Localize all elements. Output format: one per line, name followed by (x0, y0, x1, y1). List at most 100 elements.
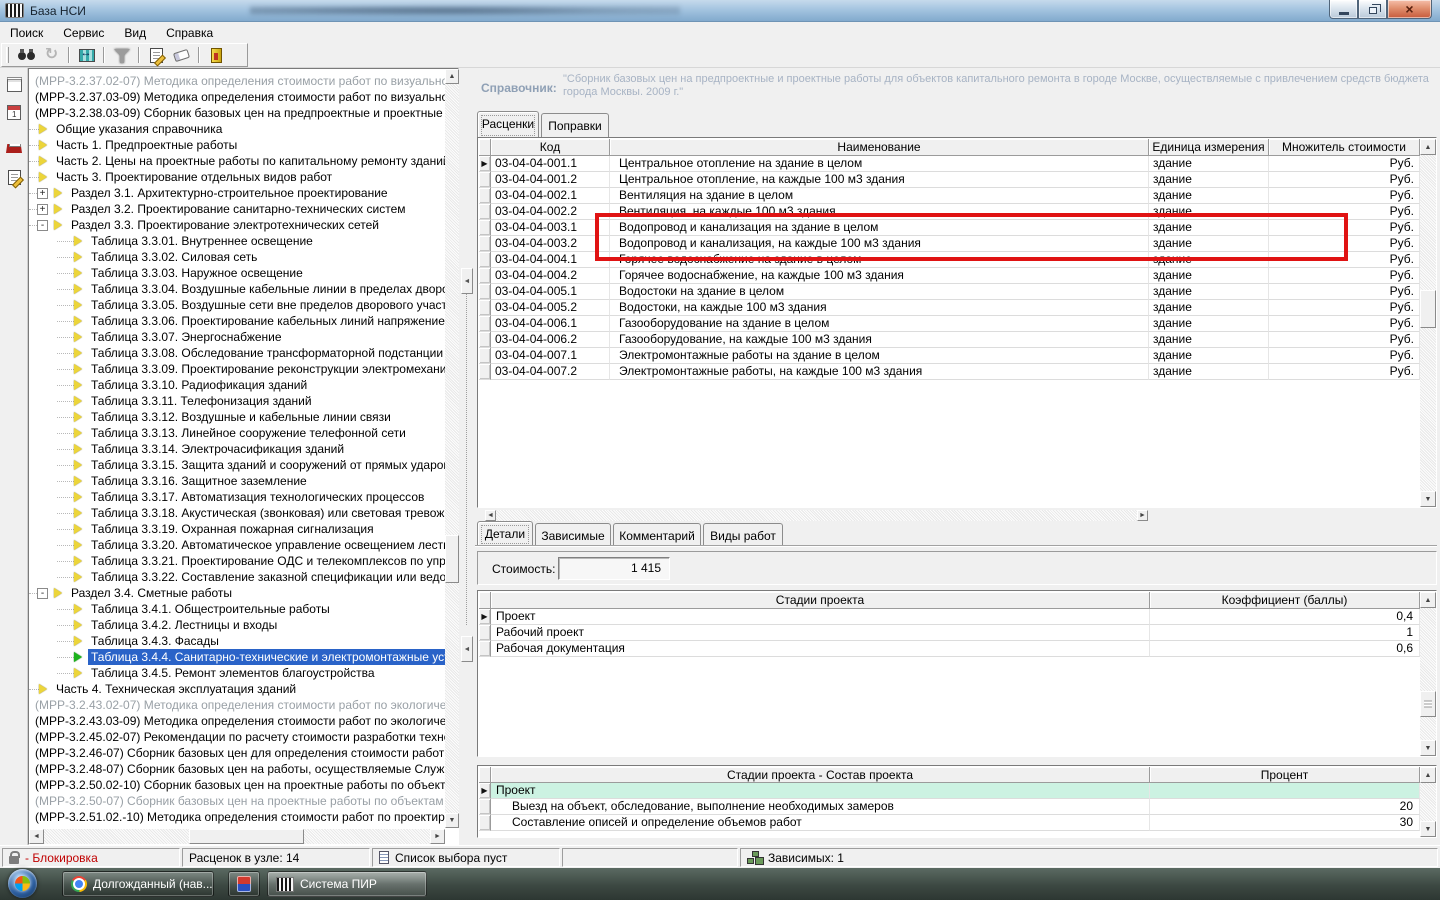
tree-item[interactable]: - Раздел 3.3. Проектирование электротехни… (29, 217, 445, 233)
cell-multiplier[interactable]: Руб. (1269, 364, 1420, 380)
tree-item[interactable]: Таблица 3.3.14. Электрочасификация здани… (29, 441, 445, 457)
cell-composition-name[interactable]: Выезд на объект, обследование, выполнени… (491, 799, 1150, 815)
tree-item[interactable]: Таблица 3.3.01. Внутреннее освещение (29, 233, 445, 249)
tree-item[interactable]: Часть 4. Техническая эксплуатация зданий (29, 681, 445, 697)
composition-scroll-up[interactable]: ▲ (1420, 767, 1436, 783)
tree-hscroll-thumb[interactable] (189, 829, 304, 844)
edit-note-button[interactable] (144, 44, 169, 66)
splitter-collapse-top-button[interactable]: ◄ (461, 268, 473, 294)
tree-item[interactable]: Таблица 3.3.15. Защита зданий и сооружен… (29, 457, 445, 473)
cell-code[interactable]: 03-04-04-001.2 (491, 172, 610, 188)
cell-name[interactable]: Вентиляция на здание в целом (610, 188, 1149, 204)
tree-item[interactable]: Таблица 3.3.04. Воздушные кабельные лини… (29, 281, 445, 297)
find-button[interactable] (14, 44, 39, 66)
cell-coefficient[interactable]: 1 (1150, 625, 1420, 641)
tree-item[interactable]: Таблица 3.3.06. Проектирование кабельных… (29, 313, 445, 329)
tree-item[interactable]: (МРР-3.2.50-07) Сборник базовых цен на п… (29, 793, 445, 809)
tree-item[interactable]: Таблица 3.3.11. Телефонизация зданий (29, 393, 445, 409)
tree-item[interactable]: Таблица 3.3.02. Силовая сеть (29, 249, 445, 265)
tree-item[interactable]: Таблица 3.3.13. Линейное сооружение теле… (29, 425, 445, 441)
cell-code[interactable]: 03-04-04-005.2 (491, 300, 610, 316)
cell-unit[interactable]: здание (1149, 284, 1269, 300)
tree-item[interactable]: Таблица 3.3.22. Составление заказной спе… (29, 569, 445, 585)
cell-code[interactable]: 03-04-04-006.1 (491, 316, 610, 332)
menu-item-3[interactable]: Справка (156, 24, 223, 42)
cell-multiplier[interactable]: Руб. (1269, 332, 1420, 348)
cell-code[interactable]: 03-04-04-004.2 (491, 268, 610, 284)
tree-item[interactable]: (МРР-3.2.45.02-07) Рекомендации по расче… (29, 729, 445, 745)
tree-scroll-up[interactable]: ▲ (445, 69, 459, 84)
cell-multiplier[interactable]: Руб. (1269, 316, 1420, 332)
restore-button[interactable] (1358, 0, 1387, 19)
tab-dependent[interactable]: Зависимые (535, 523, 611, 545)
tree-item[interactable]: Таблица 3.3.19. Охранная пожарная сигнал… (29, 521, 445, 537)
cell-multiplier[interactable]: Руб. (1269, 220, 1420, 236)
tree-expander-plus[interactable]: + (37, 203, 48, 215)
tree-item[interactable]: (МРР-3.2.37.03-09) Методика определения … (29, 89, 445, 105)
cell-unit[interactable]: здание (1149, 156, 1269, 172)
cell-name[interactable]: Газооборудование, на каждые 100 м3 здани… (610, 332, 1149, 348)
cell-unit[interactable]: здание (1149, 252, 1269, 268)
cell-code[interactable]: 03-04-04-005.1 (491, 284, 610, 300)
cell-multiplier[interactable]: Руб. (1269, 204, 1420, 220)
cell-multiplier[interactable]: Руб. (1269, 156, 1420, 172)
tree-item[interactable]: Таблица 3.3.07. Энергоснабжение (29, 329, 445, 345)
tree-item[interactable]: (МРР-3.2.50.02-10) Сборник базовых цен н… (29, 777, 445, 793)
stages-scroll-down[interactable]: ▼ (1420, 740, 1436, 756)
tree-item[interactable]: Таблица 3.4.1. Общестроительные работы (29, 601, 445, 617)
tree-item[interactable]: Таблица 3.3.03. Наружное освещение (29, 265, 445, 281)
tree-vscrollbar[interactable] (445, 69, 459, 828)
menu-item-0[interactable]: Поиск (0, 24, 53, 42)
cell-code[interactable]: 03-04-04-001.1 (491, 156, 610, 172)
cell-composition-name[interactable]: Составление описей и определение объемов… (491, 815, 1150, 831)
cell-code[interactable]: 03-04-04-002.2 (491, 204, 610, 220)
cell-name[interactable]: Электромонтажные работы на здание в цело… (610, 348, 1149, 364)
compose-button[interactable] (1, 164, 27, 191)
cell-stage-name[interactable]: Рабочий проект (491, 625, 1150, 641)
cell-name[interactable]: Водостоки на здание в целом (610, 284, 1149, 300)
splitter-collapse-bottom-button[interactable]: ◄ (461, 636, 473, 662)
cell-name[interactable]: Центральное отопление, на каждые 100 м3 … (610, 172, 1149, 188)
tree-item[interactable]: Таблица 3.3.08. Обследование трансформат… (29, 345, 445, 361)
tab-rates[interactable]: Расценки (477, 111, 539, 137)
cell-unit[interactable]: здание (1149, 172, 1269, 188)
tab-corrections[interactable]: Поправки (541, 113, 609, 137)
rates-vscroll-thumb[interactable] (1420, 290, 1436, 328)
tree-item[interactable]: Таблица 3.4.4. Санитарно-технические и э… (29, 649, 445, 665)
cell-code[interactable]: 03-04-04-004.1 (491, 252, 610, 268)
tree-item[interactable]: (МРР-3.2.43.02-07) Методика определения … (29, 697, 445, 713)
cell-multiplier[interactable]: Руб. (1269, 252, 1420, 268)
cell-code[interactable]: 03-04-04-002.1 (491, 188, 610, 204)
cell-percent[interactable]: 30 (1150, 815, 1420, 831)
cell-unit[interactable]: здание (1149, 316, 1269, 332)
cell-name[interactable]: Центральное отопление на здание в целом (610, 156, 1149, 172)
cell-unit[interactable]: здание (1149, 364, 1269, 380)
cell-multiplier[interactable]: Руб. (1269, 236, 1420, 252)
cell-unit[interactable]: здание (1149, 204, 1269, 220)
rates-scroll-left[interactable]: ◄ (485, 510, 496, 521)
cell-percent[interactable]: 20 (1150, 799, 1420, 815)
cell-multiplier[interactable]: Руб. (1269, 300, 1420, 316)
menu-item-1[interactable]: Сервис (53, 24, 114, 42)
menu-item-2[interactable]: Вид (114, 24, 156, 42)
exit-button[interactable] (204, 44, 229, 66)
tree-item[interactable]: Таблица 3.4.2. Лестницы и входы (29, 617, 445, 633)
cell-code[interactable]: 03-04-04-007.1 (491, 348, 610, 364)
cell-code[interactable]: 03-04-04-006.2 (491, 332, 610, 348)
cell-name[interactable]: Газооборудование на здание в целом (610, 316, 1149, 332)
refresh-button[interactable]: ↻ (39, 44, 64, 66)
tree-expander-minus[interactable]: - (37, 587, 48, 599)
tree-item[interactable]: Таблица 3.3.21. Проектирование ОДС и тел… (29, 553, 445, 569)
tree-item[interactable]: Таблица 3.3.18. Акустическая (звонковая)… (29, 505, 445, 521)
tree-item[interactable]: (МРР-3.2.43.03-09) Методика определения … (29, 713, 445, 729)
filter-button[interactable] (109, 44, 134, 66)
tree-item[interactable]: (МРР-3.2.48-07) Сборник базовых цен на р… (29, 761, 445, 777)
cell-code[interactable]: 03-04-04-007.2 (491, 364, 610, 380)
tree-item[interactable]: Часть 2. Цены на проектные работы по кап… (29, 153, 445, 169)
rates-hscrollbar[interactable] (485, 510, 1148, 521)
composition-scroll-down[interactable]: ▼ (1420, 821, 1436, 837)
close-button[interactable]: × (1387, 0, 1432, 19)
tree-item[interactable]: + Раздел 3.1. Архитектурно-строительное п… (29, 185, 445, 201)
stages-scroll-up[interactable]: ▲ (1420, 592, 1436, 608)
cell-multiplier[interactable]: Руб. (1269, 284, 1420, 300)
